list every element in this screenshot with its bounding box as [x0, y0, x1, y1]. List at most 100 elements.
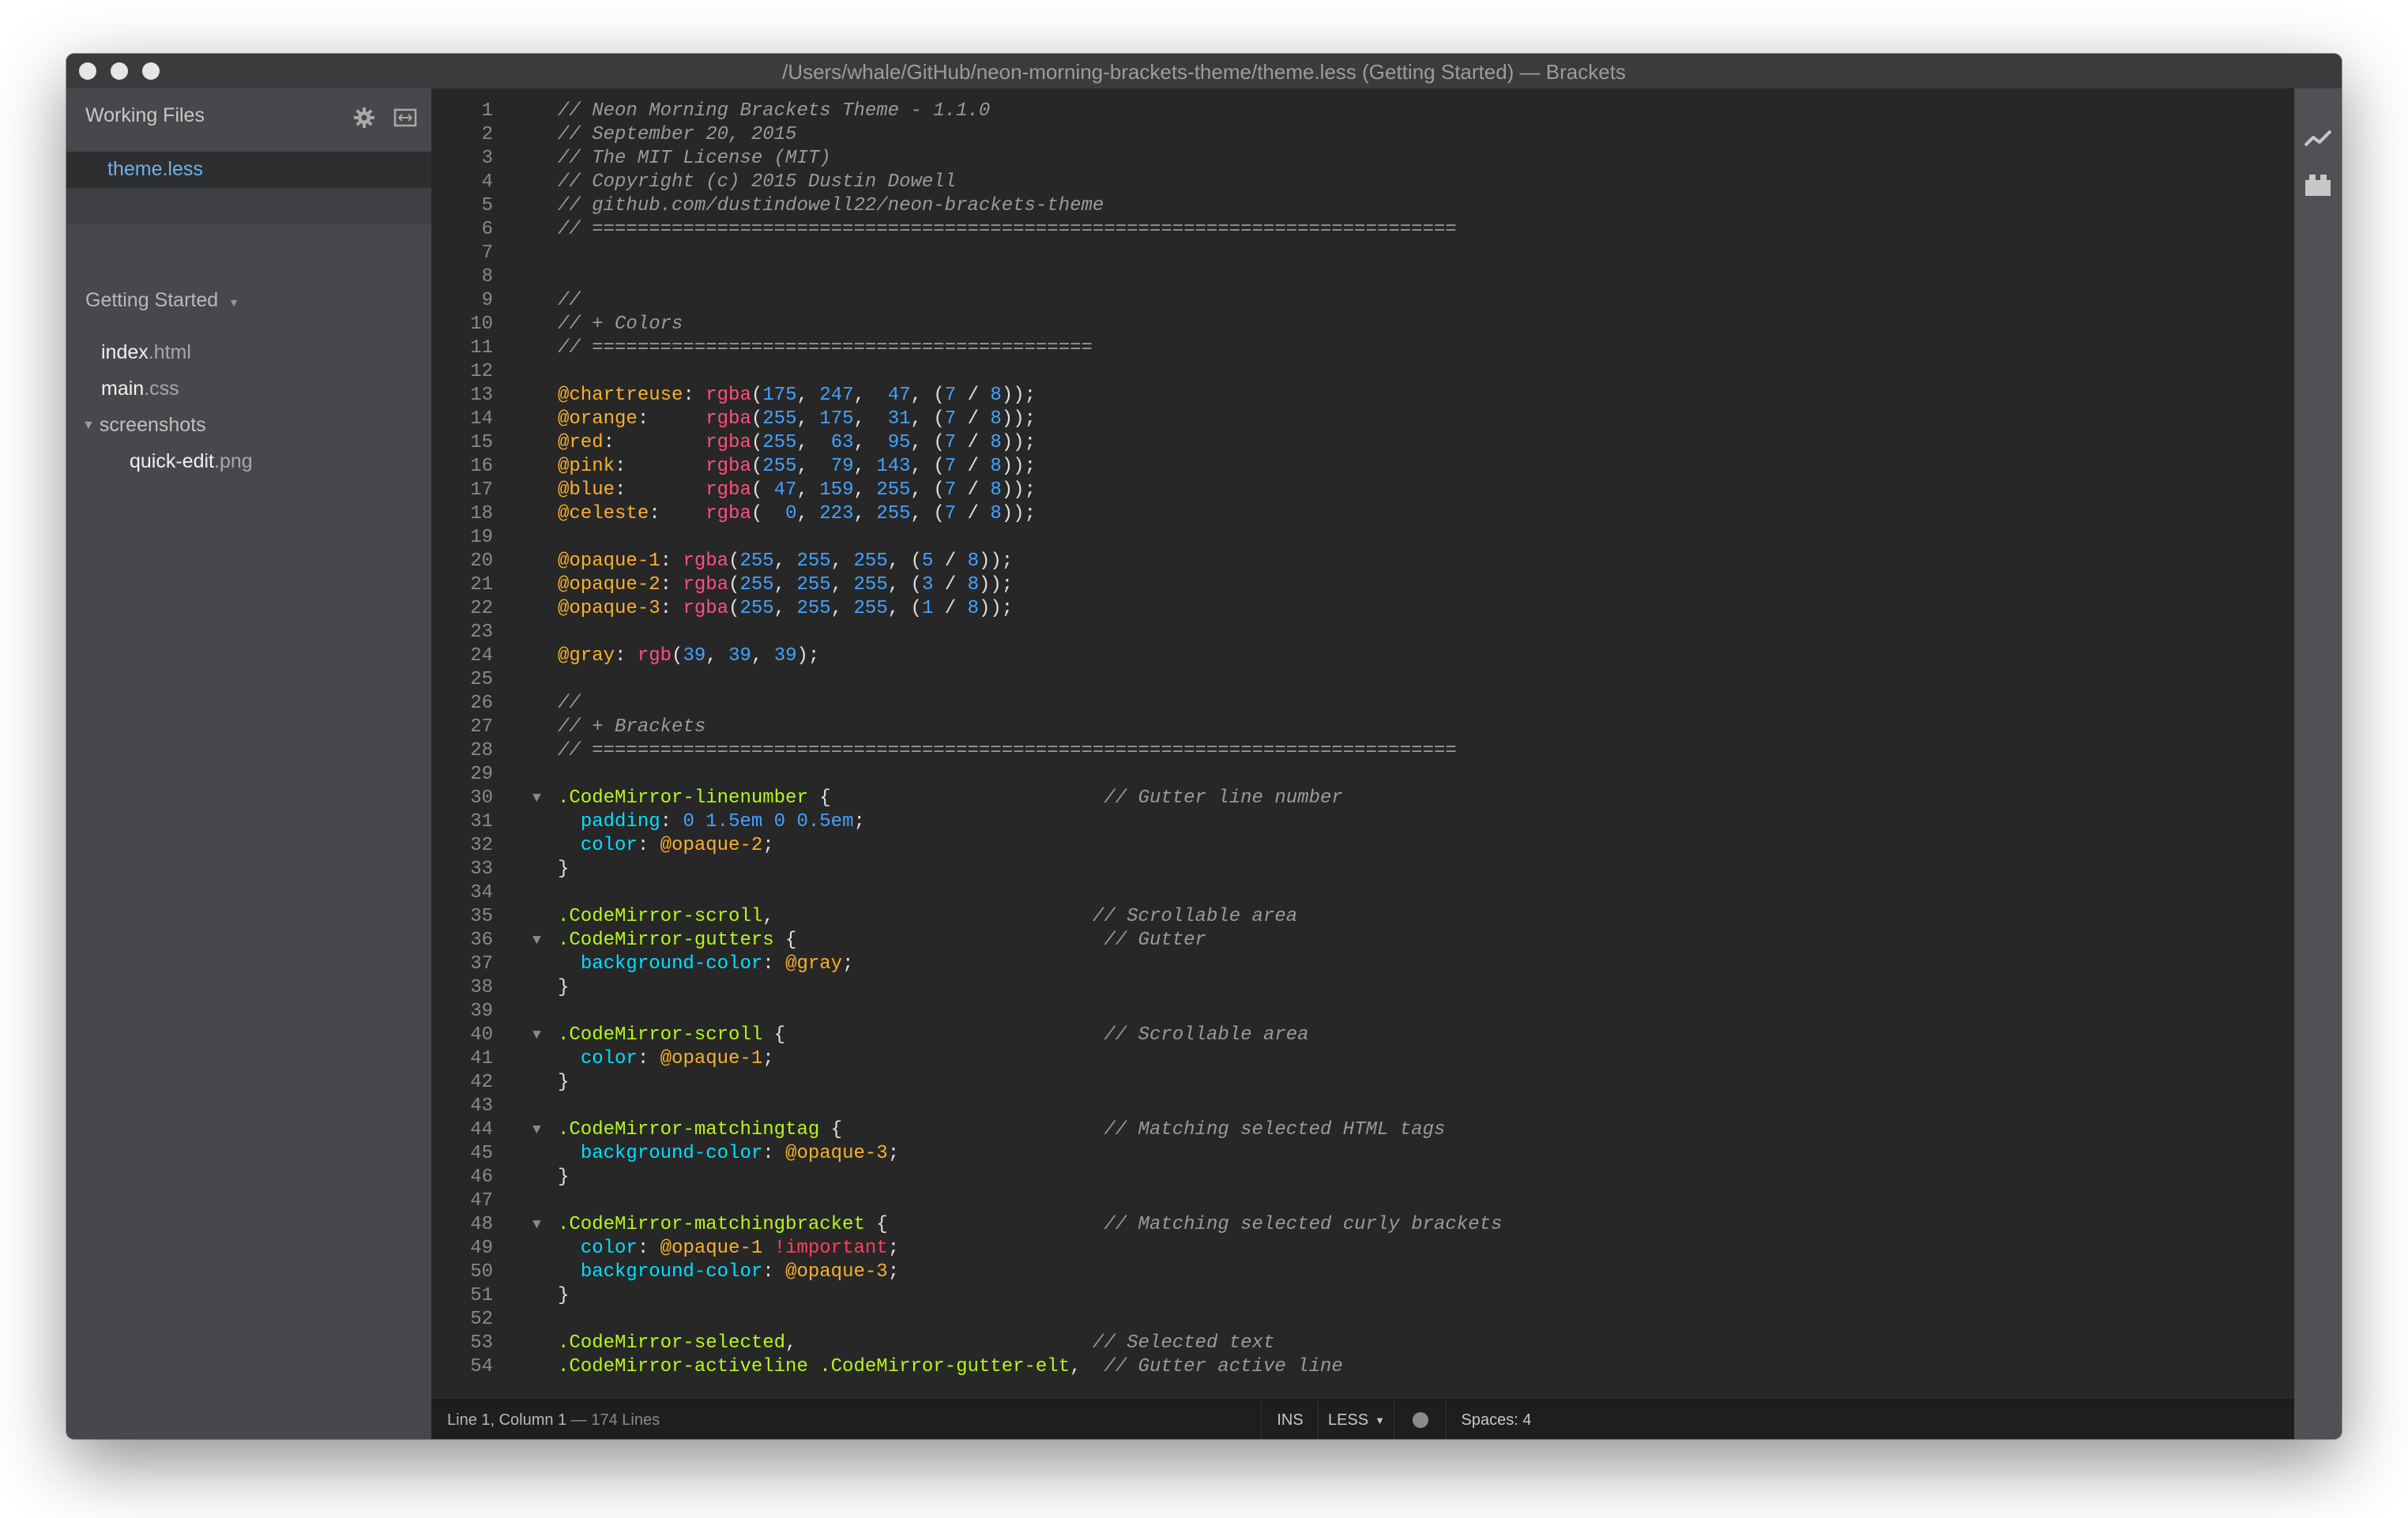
code-line[interactable]: 28 // ===================================…	[431, 739, 2294, 763]
code-line[interactable]: 20 @opaque-1: rgba(255, 255, 255, (5 / 8)…	[431, 550, 2294, 573]
code-token: /	[956, 385, 991, 406]
project-dropdown[interactable]: Getting Started ▼	[85, 289, 239, 312]
fold-toggle-icon[interactable]: ▼	[532, 1118, 541, 1142]
code-line[interactable]: 35 .CodeMirror-scroll, // Scrollable area	[431, 905, 2294, 929]
code-line[interactable]: 9 //	[431, 289, 2294, 313]
code-line[interactable]: 11 // ===================================…	[431, 336, 2294, 360]
fold-toggle-icon[interactable]: ▼	[532, 1024, 541, 1047]
code-line[interactable]: 54 .CodeMirror-activeline .CodeMirror-gut…	[431, 1355, 2294, 1379]
code-line[interactable]: 4 // Copyright (c) 2015 Dustin Dowell	[431, 171, 2294, 194]
code-token: 255	[739, 574, 774, 596]
code-token: @celeste	[558, 503, 649, 524]
code-token: 255	[762, 432, 797, 453]
file-tree-item[interactable]: main.css	[101, 378, 179, 400]
code-line[interactable]: 50 background-color: @opaque-3;	[431, 1261, 2294, 1284]
code-line[interactable]: 40 ▼ .CodeMirror-scroll { // Scrollable ar…	[431, 1024, 2294, 1047]
code-line[interactable]: 22 @opaque-3: rgba(255, 255, 255, (1 / 8)…	[431, 597, 2294, 621]
code-line[interactable]: 1 // Neon Morning Brackets Theme - 1.1.0	[431, 100, 2294, 123]
code-line[interactable]: 21 @opaque-2: rgba(255, 255, 255, (3 / 8)…	[431, 573, 2294, 597]
code-token: /	[956, 479, 991, 501]
code-line[interactable]: 36 ▼ .CodeMirror-gutters { // Gutter	[431, 929, 2294, 953]
code-text: .CodeMirror-matchingbracket { // Matchin…	[558, 1213, 1502, 1237]
line-number: 18	[470, 503, 493, 524]
insert-mode-toggle[interactable]: INS	[1261, 1400, 1319, 1439]
code-line[interactable]: 7	[431, 242, 2294, 265]
code-token: 255	[853, 598, 888, 619]
indent-setting[interactable]: Spaces: 4	[1446, 1400, 1546, 1439]
code-line[interactable]: 23	[431, 621, 2294, 644]
code-line[interactable]: 44 ▼ .CodeMirror-matchingtag { // Matching…	[431, 1118, 2294, 1142]
code-line[interactable]: 3 // The MIT License (MIT)	[431, 147, 2294, 171]
code-line[interactable]: 14 @orange: rgba(255, 175, 31, (7 / 8));	[431, 408, 2294, 431]
code-line[interactable]: 34	[431, 881, 2294, 905]
code-token: 247	[819, 385, 854, 406]
code-text: .CodeMirror-activeline .CodeMirror-gutte…	[558, 1355, 1343, 1379]
code-token: ));	[978, 598, 1014, 619]
code-line[interactable]: 39	[431, 1000, 2294, 1024]
file-tree-item[interactable]: quick-edit.png	[130, 450, 253, 473]
code-line[interactable]: 26 //	[431, 692, 2294, 716]
code-line[interactable]: 37 background-color: @gray;	[431, 953, 2294, 976]
code-text: @gray: rgb(39, 39, 39);	[558, 644, 819, 668]
code-line[interactable]: 13 @chartreuse: rgba(175, 247, 47, (7 / 8…	[431, 384, 2294, 408]
code-line[interactable]: 43	[431, 1095, 2294, 1118]
code-line[interactable]: 19	[431, 526, 2294, 550]
code-editor[interactable]: 1// Neon Morning Brackets Theme - 1.1.0 2…	[431, 88, 2294, 1400]
code-line[interactable]: 31 padding: 0 1.5em 0 0.5em;	[431, 810, 2294, 834]
code-line[interactable]: 32 color: @opaque-2;	[431, 834, 2294, 858]
code-line[interactable]: 2 // September 20, 2015	[431, 123, 2294, 147]
code-line[interactable]: 17 @blue: rgba( 47, 159, 255, (7 / 8));	[431, 479, 2294, 502]
code-line[interactable]: 42}	[431, 1071, 2294, 1095]
code-line[interactable]: 41 color: @opaque-1;	[431, 1047, 2294, 1071]
code-line[interactable]: 33}	[431, 858, 2294, 881]
fold-toggle-icon[interactable]: ▼	[532, 787, 541, 810]
folder-tree-item[interactable]: ▼ screenshots	[82, 414, 206, 437]
code-token: ,	[796, 432, 831, 453]
code-line[interactable]: 46}	[431, 1166, 2294, 1189]
code-line[interactable]: 16 @pink: rgba(255, 79, 143, (7 / 8));	[431, 455, 2294, 479]
code-token: , (	[887, 574, 922, 596]
code-line[interactable]: 10 // + Colors	[431, 313, 2294, 336]
code-line[interactable]: 6 // ====================================…	[431, 218, 2294, 242]
linter-status[interactable]	[1394, 1400, 1447, 1439]
live-preview-icon[interactable]	[2304, 125, 2332, 153]
code-line[interactable]: 25	[431, 668, 2294, 692]
code-line[interactable]: 53 .CodeMirror-selected, // Selected text	[431, 1332, 2294, 1355]
fold-toggle-icon[interactable]: ▼	[532, 1213, 541, 1237]
language-selector[interactable]: LESS ▼	[1318, 1400, 1394, 1439]
code-line[interactable]: 12	[431, 360, 2294, 384]
code-token: ;	[762, 1048, 774, 1069]
code-line[interactable]: 47	[431, 1189, 2294, 1213]
code-line[interactable]: 49 color: @opaque-1 !important;	[431, 1237, 2294, 1261]
split-view-icon[interactable]	[393, 107, 417, 128]
code-text: // github.com/dustindowell22/neon-bracke…	[558, 194, 1104, 218]
code-token: // Neon Morning Brackets Theme - 1.1.0	[558, 100, 991, 122]
code-line[interactable]: 18 @celeste: rgba( 0, 223, 255, (7 / 8));	[431, 502, 2294, 526]
code-line[interactable]: 30 ▼ .CodeMirror-linenumber { // Gutter li…	[431, 787, 2294, 810]
code-line[interactable]: 24 @gray: rgb(39, 39, 39);	[431, 644, 2294, 668]
gear-icon[interactable]	[352, 106, 376, 130]
code-line[interactable]: 51}	[431, 1284, 2294, 1308]
code-line[interactable]: 8	[431, 265, 2294, 289]
code-token: 8	[990, 385, 1002, 406]
code-line[interactable]: 5 // github.com/dustindowell22/neon-brack…	[431, 194, 2294, 218]
code-line[interactable]: 15 @red: rgba(255, 63, 95, (7 / 8));	[431, 431, 2294, 455]
code-token: ,	[773, 550, 797, 572]
file-tree-item[interactable]: index.html	[101, 341, 191, 364]
code-token: :	[637, 1238, 660, 1259]
code-line[interactable]: 45 background-color: @opaque-3;	[431, 1142, 2294, 1166]
code-line[interactable]: 27 // + Brackets	[431, 716, 2294, 739]
code-line[interactable]: 52	[431, 1308, 2294, 1332]
code-text: // Copyright (c) 2015 Dustin Dowell	[558, 171, 956, 194]
fold-toggle-icon[interactable]: ▼	[532, 929, 541, 953]
code-token: // Scrollable area	[1104, 1024, 1309, 1046]
code-line[interactable]: 48 ▼ .CodeMirror-matchingbracket { // Matc…	[431, 1213, 2294, 1237]
working-file-item[interactable]: theme.less	[66, 152, 431, 188]
extension-manager-icon[interactable]	[2304, 171, 2332, 199]
line-number: 4	[481, 171, 493, 193]
code-line[interactable]: 38}	[431, 976, 2294, 1000]
code-line[interactable]: 29	[431, 763, 2294, 787]
cursor-position-text: Line 1, Column 1	[447, 1411, 567, 1429]
